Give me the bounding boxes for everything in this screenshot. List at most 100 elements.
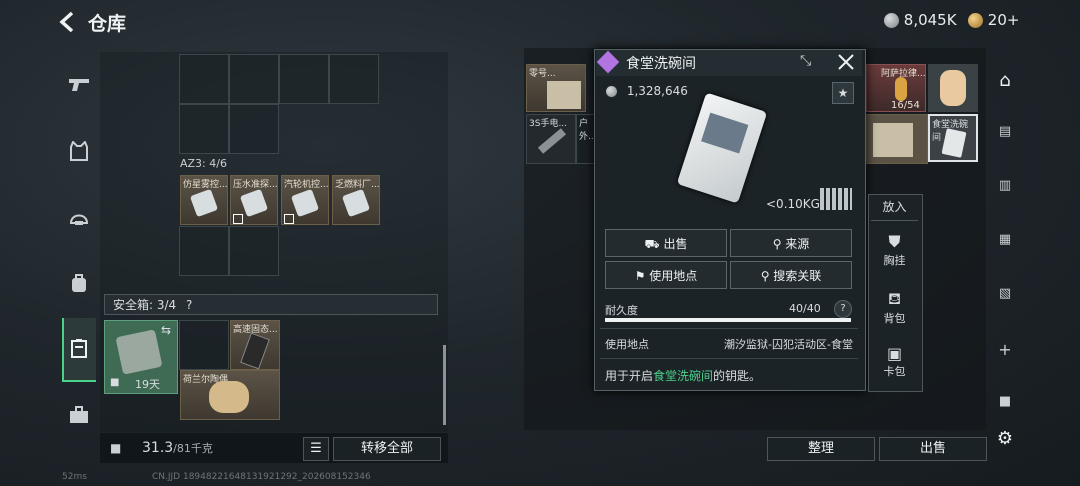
unlocked-icon	[284, 214, 294, 224]
put-in-cardbag-button[interactable]: ▣ 卡包	[868, 344, 921, 379]
backpack-icon[interactable]	[62, 266, 96, 300]
safe-box-header: 安全箱: 3/4 ?	[104, 294, 438, 315]
ssd-icon	[240, 332, 270, 369]
lock-icon: ■	[110, 441, 122, 455]
grid-cell[interactable]	[229, 226, 279, 276]
figurine-icon	[209, 381, 249, 413]
flashlight-icon	[537, 128, 567, 154]
favorite-star-icon[interactable]: ★	[832, 82, 854, 104]
collectible-item[interactable]: 阿萨拉律... 16/54	[866, 64, 926, 112]
page-title: 仓库	[88, 13, 127, 35]
sell-button[interactable]: ⛟ 出售	[605, 229, 727, 257]
ssd-item[interactable]: 高速固态...	[230, 320, 280, 370]
container-2-icon[interactable]: ▥	[993, 178, 1017, 202]
grid-cell[interactable]	[179, 226, 229, 276]
grid-cell[interactable]	[229, 104, 279, 154]
price-row: 1,328,646	[606, 84, 688, 98]
artifact-icon	[895, 77, 907, 101]
keycard-icon	[239, 188, 269, 218]
use-location-label: 使用地点	[605, 338, 649, 351]
key-item[interactable]: 仿星雾控...	[180, 175, 228, 225]
search-icon: ⚲	[772, 237, 786, 251]
close-icon[interactable]	[837, 53, 855, 71]
search-related-button[interactable]: ⚲ 搜索关联	[730, 261, 852, 289]
doll-item[interactable]	[928, 64, 978, 112]
figurine-item[interactable]: 荷兰尔陶偶	[180, 370, 280, 420]
divider	[600, 328, 858, 329]
helmet-icon[interactable]	[62, 200, 96, 234]
pistol-icon[interactable]	[62, 68, 96, 102]
list-view-button[interactable]: ☰	[303, 437, 329, 461]
container-3-icon[interactable]: ▦	[993, 232, 1017, 256]
lock-icon[interactable]: ■	[993, 394, 1017, 418]
grid-cell[interactable]	[229, 54, 279, 104]
source-button[interactable]: ⚲ 来源	[730, 229, 852, 257]
item-label: 仿星雾控...	[183, 180, 228, 190]
popup-title: 食堂洗碗间	[626, 56, 696, 72]
key-item[interactable]: 乏燃料厂...	[332, 175, 380, 225]
container-1-icon[interactable]: ▤	[993, 124, 1017, 148]
grid-cell[interactable]	[179, 320, 229, 370]
count-badge: 16/54	[891, 100, 920, 111]
container-home-icon[interactable]: ⌂	[993, 70, 1017, 94]
help-icon[interactable]: ?	[834, 300, 852, 318]
grid-cell[interactable]	[179, 104, 229, 154]
divider	[600, 358, 858, 359]
silver-currency: 8,045K	[884, 11, 957, 29]
back-icon[interactable]	[58, 10, 78, 34]
key-item[interactable]: 压水准探...	[230, 175, 278, 225]
sell-bottom-button[interactable]: 出售	[879, 437, 987, 461]
ping-text: 52ms	[62, 472, 87, 482]
item-description: 用于开启食堂洗碗间的钥匙。	[605, 369, 762, 383]
collapse-icon[interactable]: ⤡	[800, 53, 811, 69]
help-icon[interactable]: ?	[186, 298, 192, 312]
keycard-icon	[189, 188, 219, 218]
safe-box-item[interactable]: ⇆ ■ 19天	[104, 320, 178, 394]
put-in-backpack-button[interactable]: ⛾ 背包	[868, 289, 921, 326]
divider	[871, 220, 918, 221]
gold-currency[interactable]: 20+	[968, 11, 1019, 29]
item-label: 汽轮机控...	[284, 180, 329, 190]
add-container-icon[interactable]: +	[993, 340, 1017, 364]
description-highlight: 食堂洗碗间	[653, 369, 714, 383]
build-text: CN.JJD 18948221648131921292_202608152346	[152, 472, 371, 482]
doll-icon	[940, 70, 966, 106]
grid-cell[interactable]	[329, 54, 379, 104]
lock-icon: ■	[110, 377, 120, 388]
vest-icon: ⛊	[888, 232, 901, 251]
grid-cell[interactable]	[179, 54, 229, 104]
durability-track	[605, 318, 851, 322]
briefcase-icon[interactable]	[62, 398, 96, 432]
use-location-value: 潮汐监狱-囚犯活动区-食堂	[724, 338, 853, 351]
gear-icon[interactable]: ⚙	[993, 428, 1017, 452]
selected-key-item[interactable]: 食堂洗碗间	[928, 114, 978, 162]
item-label: 零号...	[529, 69, 556, 79]
put-in-vest-button[interactable]: ⛊ 胸挂	[868, 232, 921, 268]
safe-box-label: 安全箱: 3/4	[113, 298, 177, 312]
key-item[interactable]: 汽轮机控...	[281, 175, 329, 225]
durability-label: 耐久度	[605, 304, 638, 317]
weight-current: 31.3	[142, 440, 174, 456]
location-pin-icon: ⚑	[634, 269, 650, 283]
weight-max: /81千克	[173, 442, 213, 455]
silver-coin-icon	[606, 86, 617, 97]
timer-text: 19天	[135, 378, 160, 391]
vest-icon[interactable]	[62, 134, 96, 168]
grid-cell[interactable]	[279, 54, 329, 104]
put-in-title: 放入	[882, 200, 907, 214]
map-item[interactable]: 零号...	[526, 64, 586, 112]
storage-scrollbar[interactable]	[443, 345, 446, 425]
keycard-icon	[290, 188, 320, 218]
flashlight-item[interactable]: 3S手电...	[526, 114, 576, 164]
transfer-all-button[interactable]: 转移全部	[333, 437, 441, 461]
gold-coin-icon	[968, 13, 983, 28]
grid-size-icon	[820, 188, 852, 210]
weight-label: <0.10KG	[766, 197, 820, 211]
use-location-button[interactable]: ⚑ 使用地点	[605, 261, 727, 289]
case-icon	[115, 329, 163, 375]
item-label: 乏燃料厂...	[335, 180, 380, 190]
organize-button[interactable]: 整理	[767, 437, 875, 461]
map-item[interactable]	[866, 114, 928, 164]
container-4-icon[interactable]: ▧	[993, 286, 1017, 310]
case-icon[interactable]	[62, 331, 96, 365]
